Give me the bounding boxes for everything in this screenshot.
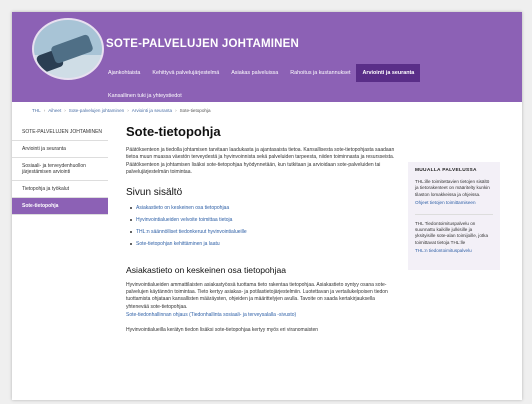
bullet-icon <box>130 206 132 209</box>
nav-item-arviointi-ja-seuranta[interactable]: Arviointi ja seuranta <box>356 64 421 82</box>
toc-link[interactable]: Asiakastieto on keskeinen osa tietopohja… <box>136 205 229 211</box>
related-heading: MUUALLA PALVELUSSA <box>415 168 477 173</box>
toc-link[interactable]: Sote-tietopohjan kehittäminen ja laatu <box>136 241 220 247</box>
section-heading: Asiakastieto on keskeinen osa tietopohja… <box>126 264 287 275</box>
sidebar-nav: SOTE-PALVELUJEN JOHTAMINEN Arviointi ja … <box>12 124 108 215</box>
toc-link[interactable]: THL:n säännölliset tiedonkeruut hyvinvoi… <box>136 229 247 235</box>
nav-item-kehittyva-palvelujarjestelma[interactable]: Kehittyvä palvelujärjestelmä <box>146 64 225 82</box>
site-header: SOTE-PALVELUJEN JOHTAMINEN Ajankohtaista… <box>12 12 522 102</box>
nav-item-rahoitus-ja-kustannukset[interactable]: Rahoitus ja kustannukset <box>284 64 356 82</box>
table-of-contents: Asiakastieto on keskeinen osa tietopohja… <box>126 205 396 247</box>
toc-item[interactable]: THL:n säännölliset tiedonkeruut hyvinvoi… <box>130 229 396 235</box>
bullet-icon <box>130 230 132 233</box>
related-text: THL Tiedontoimituspalvelu on suunnattu k… <box>415 220 489 245</box>
toc-heading: Sivun sisältö <box>126 186 183 198</box>
header-logo-image <box>32 18 104 80</box>
nav-item-kansallinen-tuki[interactable]: Kansallinen tuki ja yhteystiedot <box>102 89 188 103</box>
breadcrumb: THL › Aiheet › Sote-palvelujen johtaminen › Ar… <box>32 108 211 113</box>
section-link[interactable]: Sote-tiedonhallinnan ohjaus (Tiedonhalli… <box>126 312 396 318</box>
breadcrumb-separator: › <box>127 108 129 113</box>
nav-item-ajankohtaista[interactable]: Ajankohtaista <box>102 64 146 82</box>
page-title: Sote-tietopohja <box>126 124 221 139</box>
toc-item[interactable]: Hyvinvointialueiden velvoite toimittaa t… <box>130 217 396 223</box>
toc-item[interactable]: Sote-tietopohjan kehittäminen ja laatu <box>130 241 396 247</box>
breadcrumb-separator: › <box>175 108 177 113</box>
breadcrumb-item-thl[interactable]: THL <box>32 108 41 113</box>
main-nav-row2: Kansallinen tuki ja yhteystiedot <box>102 84 188 103</box>
breadcrumb-item-sote-johtaminen[interactable]: Sote-palvelujen johtaminen <box>69 108 124 113</box>
bullet-icon <box>130 242 132 245</box>
sidebar-item-arviointi[interactable]: Arviointi ja seuranta <box>12 141 108 158</box>
sidebar-item-sote-tietopohja[interactable]: Sote-tietopohja <box>12 198 108 215</box>
related-link[interactable]: THL:n tiedontoimituspalvelu <box>415 248 493 254</box>
breadcrumb-item-aiheet[interactable]: Aiheet <box>48 108 61 113</box>
sidebar-item-sote-johtaminen[interactable]: SOTE-PALVELUJEN JOHTAMINEN <box>12 124 108 141</box>
section-paragraph: Hyvinvointialueilla kerätyn tiedon lisäk… <box>126 327 319 334</box>
nav-item-asiakas-palveluissa[interactable]: Asiakas palveluissa <box>225 64 284 82</box>
site-title[interactable]: SOTE-PALVELUJEN JOHTAMINEN <box>106 38 299 50</box>
breadcrumb-item-arviointi[interactable]: Arviointi ja seuranta <box>132 108 172 113</box>
page: SOTE-PALVELUJEN JOHTAMINEN Ajankohtaista… <box>12 12 522 400</box>
intro-text: Päätöksenteon ja tiedolla johtamisen tar… <box>126 147 395 176</box>
breadcrumb-separator: › <box>43 108 46 113</box>
related-text: THL:ille toimitettavien tietojen sisältö… <box>415 179 490 197</box>
main-content: Sote-tietopohja Päätöksenteon ja tiedoll… <box>126 124 396 340</box>
sidebar-item-jarjestamisen-arviointi[interactable]: Sosiaali- ja terveydenhuollon järjestämi… <box>12 158 108 181</box>
toc-link[interactable]: Hyvinvointialueiden velvoite toimittaa t… <box>136 217 232 223</box>
sidebar-item-tietopohja-tyokalut[interactable]: Tietopohja ja työkalut <box>12 181 108 198</box>
breadcrumb-separator: › <box>64 108 66 113</box>
section-paragraph: Hyvinvointialueiden ammattilaisten asiak… <box>126 281 388 310</box>
related-sidebar: MUUALLA PALVELUSSA THL:ille toimitettavi… <box>408 162 500 270</box>
toc-item[interactable]: Asiakastieto on keskeinen osa tietopohja… <box>130 205 396 211</box>
divider <box>415 213 493 215</box>
bullet-icon <box>130 218 132 221</box>
related-link[interactable]: Ohjeet tietojen toimittamiseen <box>415 200 493 206</box>
breadcrumb-current: Sote-tietopohja <box>179 108 211 113</box>
main-nav: Ajankohtaista Kehittyvä palvelujärjestel… <box>102 64 421 82</box>
